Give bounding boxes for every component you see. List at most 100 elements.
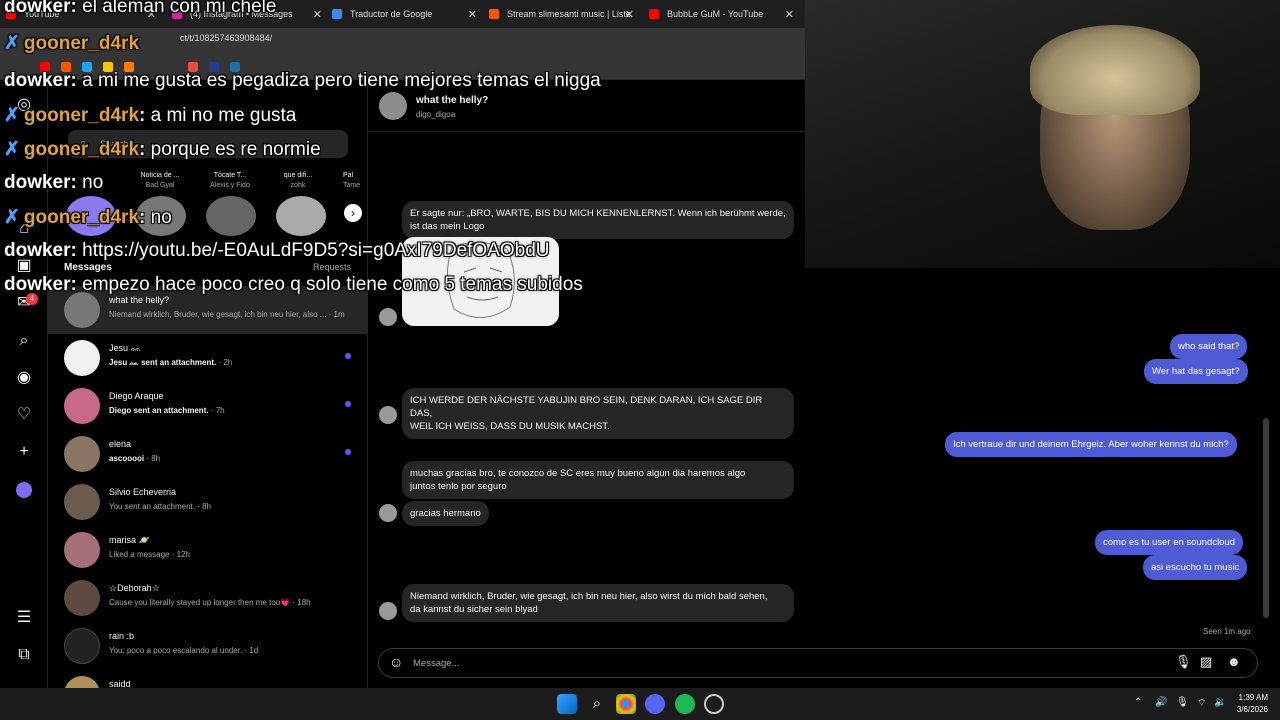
close-icon[interactable]: ✕ [313,8,322,21]
spotify-icon[interactable] [675,694,695,714]
overlay-chat-line: ✗ gooner_d4rk: no [4,207,172,228]
note-sub: zohk [290,182,306,189]
tab-title: Stream slimesanti music | Liste [507,9,631,19]
obs-icon[interactable] [704,694,724,714]
conversation-item[interactable]: Diego Araque Diego sent an attachment. ·… [48,382,368,430]
sent-message[interactable]: como es tu user en soundcloud [1095,530,1244,555]
conversation-preview: Jesu ᨐ sent an attachment. · 2h [109,358,232,368]
conversation-preview: Cause you literally stayed up longer the… [109,598,311,607]
unread-dot [345,401,351,407]
clock-date[interactable]: 3/6/2026 [1234,705,1268,714]
sent-message[interactable]: asi escucho tu music [1143,555,1248,580]
conversation-item[interactable]: ☆Deborah☆ Cause you literally stayed up … [48,574,368,622]
translate-icon [332,9,342,19]
conversation-name: elena [109,439,132,449]
url-text[interactable]: ct/t/108257463908484/ [180,33,272,43]
conversation-item[interactable]: Silvio Echeverria You sent an attachment… [48,478,368,526]
close-icon[interactable]: ✕ [625,8,634,21]
requests-link[interactable]: Requests [313,262,351,272]
microphone-icon[interactable]: 🎙 [1175,654,1192,670]
browser-tab-bubblegum[interactable]: BubbLe GuM - YouTube ✕ [643,2,798,26]
conversation-item[interactable]: rain :b You: poco a poco escalando al un… [48,622,368,670]
preview-time: · 8h [144,454,161,463]
avatar [64,436,100,472]
avatar [64,340,100,376]
message-input[interactable]: Message... [413,658,459,669]
conversation-name: Silvio Echeverria [109,487,177,497]
preview-bold: Diego sent an attachment. [109,406,209,415]
discord-icon[interactable] [645,694,665,714]
story-avatar[interactable] [206,196,256,236]
tab-title: Traductor de Google [350,9,433,19]
conversation-name: what the helly? [109,295,170,305]
chevron-right-icon[interactable]: › [344,204,362,222]
conversation-preview: ascooooi · 8h [109,454,160,463]
close-icon[interactable]: ✕ [785,8,794,21]
menu-icon[interactable]: ☰ [15,609,33,627]
received-message[interactable]: Er sagte nur: „BRO, WARTE, BIS DU MICH K… [402,201,794,239]
chrome-icon[interactable] [616,694,636,714]
overlay-chat-line: dowker: el aleman con mi chele [4,0,276,18]
sent-message[interactable]: who said that? [1170,334,1248,359]
avatar [64,484,100,520]
chat-username: dowker [4,172,71,193]
messages-heading: Messages [64,262,112,273]
message-composer[interactable] [378,648,1258,678]
chat-text: el aleman con mi chele [82,0,277,17]
youtube-icon [649,9,659,19]
conversation-item[interactable]: marisa 🪐 Liked a message · 12h [48,526,368,574]
avatar [64,292,100,328]
chat-text: a mi no me gusta [150,105,297,126]
close-icon[interactable]: ✕ [468,8,477,21]
preview-bold: Jesu ᨐ sent an attachment. [109,358,217,367]
clock-time[interactable]: 1:39 AM [1234,693,1268,702]
explore-icon[interactable]: ◉ [15,369,33,387]
volume-icon[interactable]: 🔊 [1155,697,1167,708]
sticker-icon[interactable]: ☻ [1227,654,1241,669]
received-message[interactable]: gracias hermano [402,501,489,526]
apps-icon[interactable]: ⧉ [15,646,33,664]
start-icon[interactable] [557,694,577,714]
chat-avatar[interactable] [379,92,407,120]
microphone-icon[interactable]: 🎙 [1176,697,1189,708]
sent-message[interactable]: Wer hat das gesagt? [1144,359,1248,384]
conversation-preview: Diego sent an attachment. · 7h [109,406,225,415]
received-message[interactable]: Niemand wirklich, Bruder, wie gesagt, ic… [402,584,794,622]
search-icon[interactable]: ⌕ [15,332,33,350]
conversation-name: rain :b [109,631,135,641]
heart-icon[interactable]: ♡ [15,406,33,424]
create-icon[interactable]: + [15,443,33,461]
conversation-item[interactable]: Jesu ᨐ Jesu ᨐ sent an attachment. · 2h [48,334,368,382]
received-message[interactable]: ICH WERDE DER NÄCHSTE YABUJIN BRO SEIN, … [402,388,794,439]
profile-avatar[interactable] [16,482,32,498]
wifi-icon[interactable]: ⌔ [1197,697,1206,710]
chat-text: no [150,207,172,228]
person-hair [1030,25,1200,115]
sender-avatar [379,308,397,326]
conversation-name: Jesu ᨐ [109,343,142,353]
sword-badge-icon: ✗ [4,105,20,126]
received-message[interactable]: muchas gracias bro, te conozco de SC ere… [402,461,794,499]
tray-chevron-icon[interactable]: ⌃ [1134,697,1142,708]
conversation-item[interactable]: saidd [48,670,368,688]
conversation-preview: Niemand wirklich, Bruder, wie gesagt, ic… [109,310,345,319]
preview-time: · 7h [208,406,225,415]
speaker-icon[interactable]: 🔉 [1214,697,1226,708]
sent-message[interactable]: Ich vertraue dir und deinem Ehrgeiz. Abe… [945,432,1237,457]
tab-title: BubbLe GuM - YouTube [667,9,764,19]
seen-status: Seen 1m ago [1203,627,1251,636]
conversation-name: ☆Deborah☆ [109,583,160,593]
chat-username: dowker [4,70,71,91]
overlay-chat-line: ✗ gooner_d4rk: porque es re normie [4,139,321,160]
story-avatar[interactable] [276,196,326,236]
browser-tab-translate[interactable]: Traductor de Google ✕ [326,2,481,26]
search-icon[interactable]: ⌕ [587,694,607,714]
chat-title[interactable]: what the helly? [416,95,488,106]
conversation-item[interactable]: elena ascooooi · 8h [48,430,368,478]
browser-tab-soundcloud[interactable]: Stream slimesanti music | Liste ✕ [483,2,638,26]
avatar [64,676,100,688]
chat-scrollbar[interactable] [1263,418,1269,618]
chat-username: dowker [4,274,71,295]
emoji-icon[interactable]: ☺ [389,654,403,670]
image-icon[interactable]: ▨ [1200,654,1212,670]
